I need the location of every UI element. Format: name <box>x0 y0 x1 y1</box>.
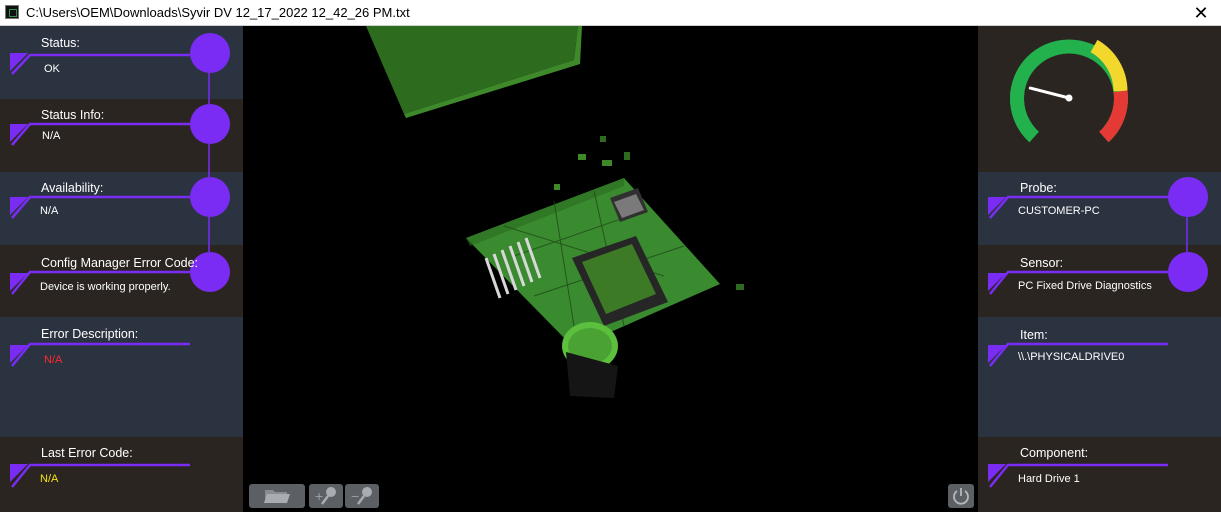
status-value: OK <box>44 63 60 75</box>
status-panel: Status: OK <box>0 26 243 99</box>
sensor-panel: Sensor: PC Fixed Drive Diagnostics <box>978 245 1221 317</box>
gauge-panel <box>978 26 1221 172</box>
component-value: Hard Drive 1 <box>1018 473 1080 485</box>
last-error-code-value: N/A <box>40 473 59 485</box>
status-info-connector-icon <box>10 99 230 172</box>
zoom-out-glyph: − <box>351 488 359 504</box>
config-manager-panel: Config Manager Error Code: Device is wor… <box>0 245 243 317</box>
status-label: Status: <box>41 36 80 50</box>
status-info-panel: Status Info: N/A <box>0 99 243 172</box>
availability-label: Availability: <box>41 181 104 195</box>
config-manager-label: Config Manager Error Code: <box>41 256 199 270</box>
probe-panel: Probe: CUSTOMER-PC <box>978 172 1221 245</box>
error-description-label: Error Description: <box>41 327 139 341</box>
app-icon <box>5 5 19 19</box>
zoom-in-icon: + <box>315 487 336 505</box>
error-description-value: N/A <box>44 354 63 366</box>
config-manager-value: Device is working properly. <box>40 281 171 293</box>
status-info-value: N/A <box>42 130 61 142</box>
availability-panel: Availability: N/A <box>0 172 243 245</box>
sensor-value: PC Fixed Drive Diagnostics <box>1018 280 1152 292</box>
window-titlebar: C:\Users\OEM\Downloads\Syvir DV 12_17_20… <box>0 0 1221 26</box>
open-folder-button[interactable] <box>249 484 305 508</box>
zoom-in-glyph: + <box>315 488 323 504</box>
probe-value: CUSTOMER-PC <box>1018 205 1100 217</box>
item-label: Item: <box>1020 328 1048 342</box>
folder-open-icon <box>264 490 290 503</box>
item-value: \\.\PHYSICALDRIVE0 <box>1018 351 1125 363</box>
last-error-code-panel: Last Error Code: N/A <box>0 437 243 512</box>
component-label: Component: <box>1020 446 1089 460</box>
component-connector-icon <box>988 463 1168 488</box>
zoom-out-icon: − <box>351 487 372 505</box>
component-panel: Component: Hard Drive 1 <box>978 437 1221 512</box>
availability-connector-icon <box>10 172 230 245</box>
probe-label: Probe: <box>1020 181 1057 195</box>
close-button[interactable]: ✕ <box>1181 0 1221 26</box>
availability-value: N/A <box>40 205 59 217</box>
speedometer-gauge-icon <box>1010 39 1128 143</box>
3d-viewport[interactable]: + − <box>244 26 978 512</box>
status-info-label: Status Info: <box>41 108 105 122</box>
window-title: C:\Users\OEM\Downloads\Syvir DV 12_17_20… <box>26 5 410 20</box>
power-icon <box>953 488 969 505</box>
zoom-out-button[interactable]: − <box>345 484 379 508</box>
item-panel: Item: \\.\PHYSICALDRIVE0 <box>978 317 1221 437</box>
error-description-panel: Error Description: N/A <box>0 317 243 437</box>
last-error-code-label: Last Error Code: <box>41 446 133 460</box>
status-connector-icon <box>10 33 230 99</box>
power-button[interactable] <box>948 484 974 508</box>
sensor-label: Sensor: <box>1020 256 1064 270</box>
zoom-in-button[interactable]: + <box>309 484 343 508</box>
motherboard-render-icon <box>366 26 744 398</box>
